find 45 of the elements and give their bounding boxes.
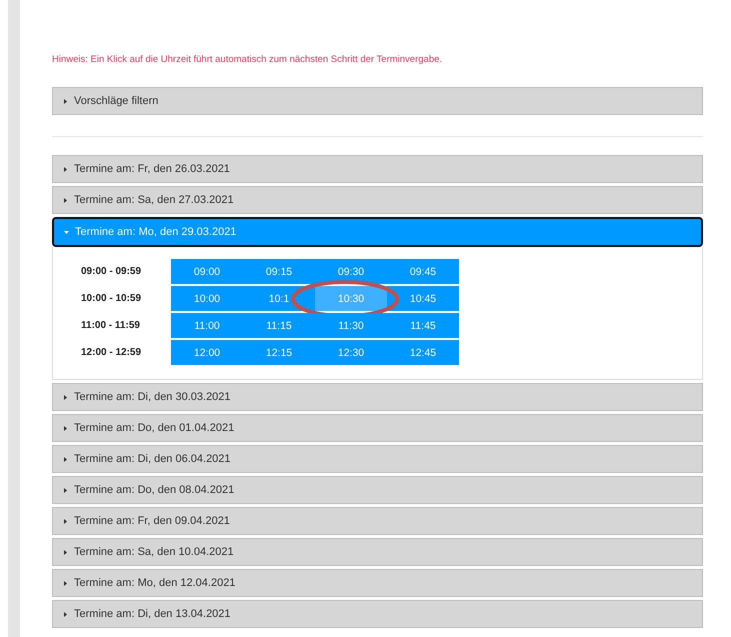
- time-slot[interactable]: 12:00: [171, 340, 243, 365]
- time-slot[interactable]: 10:1: [243, 286, 315, 311]
- time-slot[interactable]: 11:15: [243, 313, 315, 338]
- caret-down-icon: [64, 230, 69, 234]
- time-slot[interactable]: 09:00: [171, 259, 243, 284]
- time-slot[interactable]: 11:30: [315, 313, 387, 338]
- hour-range: 11:00 - 11:59: [81, 320, 141, 331]
- caret-right-icon: [63, 580, 68, 586]
- caret-right-icon: [63, 518, 68, 524]
- time-slot[interactable]: 11:45: [387, 313, 459, 338]
- caret-right-icon: [63, 98, 68, 104]
- day-header[interactable]: Termine am: Di, den 06.04.2021: [52, 445, 703, 473]
- caret-right-icon: [63, 488, 68, 492]
- caret-right-icon: [63, 166, 68, 172]
- caret-right-icon: [63, 426, 68, 430]
- time-slot[interactable]: 10:00: [171, 286, 243, 311]
- time-slot[interactable]: 10:30: [315, 286, 387, 311]
- day-header[interactable]: Termine am: Do, den 01.04.2021: [52, 414, 703, 442]
- caret-right-icon: [63, 456, 68, 462]
- time-slot[interactable]: 09:30: [315, 259, 387, 284]
- hour-range: 12:00 - 12:59: [81, 347, 142, 358]
- day-header[interactable]: Termine am: Di, den 13.04.2021: [52, 600, 703, 628]
- hint-text: Hinweis: Ein Klick auf die Uhrzeit führt automatisch zum nächsten Schritt der Terminvergabe.: [52, 54, 444, 65]
- day-header[interactable]: Termine am: Fr, den 26.03.2021: [52, 155, 703, 183]
- time-slot[interactable]: 12:30: [315, 340, 387, 365]
- time-slot[interactable]: 12:45: [387, 340, 459, 365]
- time-slot[interactable]: 12:15: [243, 340, 315, 365]
- day-header[interactable]: Termine am: Sa, den 27.03.2021: [52, 186, 703, 214]
- caret-right-icon: [63, 612, 68, 616]
- day-header[interactable]: Termine am: Sa, den 10.04.2021: [52, 538, 703, 566]
- filter-toggle[interactable]: Vorschläge filtern: [52, 87, 703, 115]
- day-header[interactable]: Termine am: Mo, den 12.04.2021: [52, 569, 703, 597]
- day-header[interactable]: Termine am: Fr, den 09.04.2021: [52, 507, 703, 535]
- day-header[interactable]: Termine am: Mo, den 29.03.2021: [52, 217, 703, 247]
- caret-right-icon: [63, 550, 68, 554]
- day-header[interactable]: Termine am: Do, den 08.04.2021: [52, 476, 703, 504]
- caret-right-icon: [63, 198, 68, 202]
- hour-range: 10:00 - 10:59: [81, 293, 142, 304]
- time-slot[interactable]: 09:45: [387, 259, 459, 284]
- hour-range: 09:00 - 09:59: [81, 266, 142, 277]
- time-slot[interactable]: 09:15: [243, 259, 315, 284]
- time-slot[interactable]: 10:45: [387, 286, 459, 311]
- day-header[interactable]: Termine am: Di, den 30.03.2021: [52, 383, 703, 411]
- caret-right-icon: [63, 394, 68, 400]
- time-slot[interactable]: 11:00: [171, 313, 243, 338]
